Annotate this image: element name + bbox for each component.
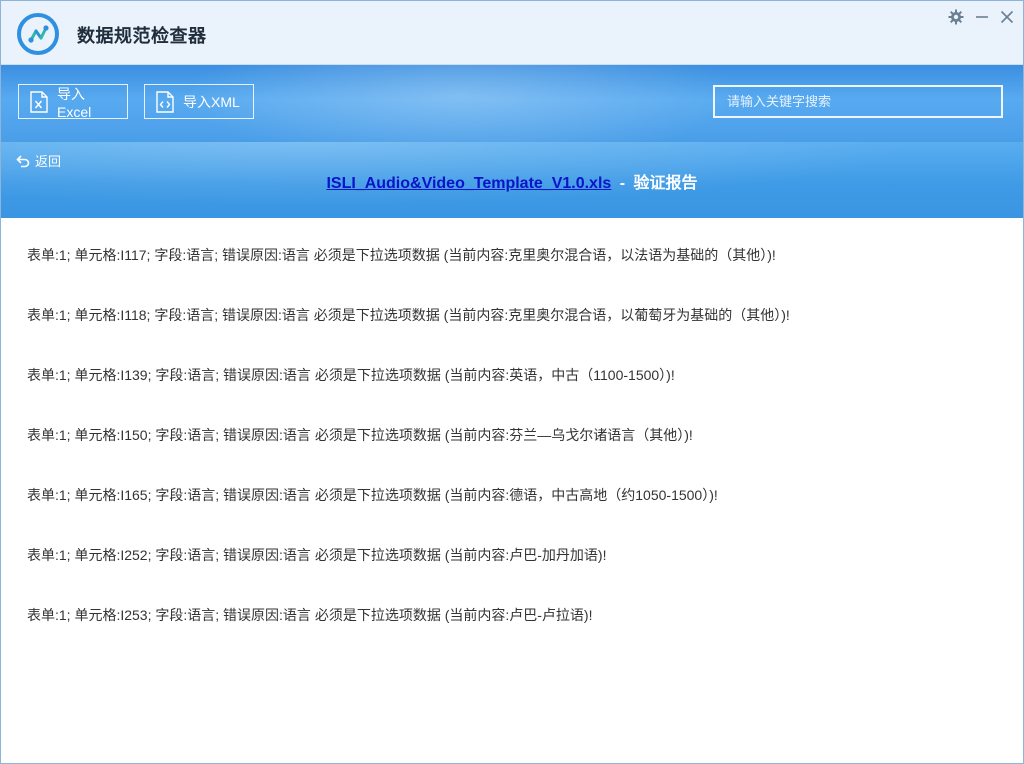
xml-file-icon xyxy=(155,90,175,113)
toolbar: 导入Excel 导入XML xyxy=(1,65,1023,142)
back-label: 返回 xyxy=(35,154,62,169)
error-row: 表单:1; 单元格:I117; 字段:语言; 错误原因:语言 必须是下拉选项数据… xyxy=(27,247,776,263)
app-logo-icon xyxy=(17,13,59,55)
report-file-link[interactable]: ISLI_Audio&Video_Template_V1.0.xls xyxy=(326,175,611,192)
report-title: ISLI_Audio&Video_Template_V1.0.xls - 验证报… xyxy=(1,169,1023,193)
title-bar: 数据规范检查器 xyxy=(1,1,1023,65)
report-title-suffix: 验证报告 xyxy=(633,175,698,192)
error-row: 表单:1; 单元格:I150; 字段:语言; 错误原因:语言 必须是下拉选项数据… xyxy=(27,427,693,443)
report-title-separator: - xyxy=(619,175,626,192)
error-row: 表单:1; 单元格:I253; 字段:语言; 错误原因:语言 必须是下拉选项数据… xyxy=(27,607,593,623)
import-xml-button[interactable]: 导入XML xyxy=(144,84,254,119)
close-icon[interactable] xyxy=(997,7,1017,27)
import-xml-label: 导入XML xyxy=(183,93,240,110)
back-arrow-icon xyxy=(16,154,30,168)
search-input[interactable] xyxy=(713,85,1003,118)
error-row: 表单:1; 单元格:I252; 字段:语言; 错误原因:语言 必须是下拉选项数据… xyxy=(27,547,607,563)
back-button[interactable]: 返回 xyxy=(16,151,61,170)
import-excel-button[interactable]: 导入Excel xyxy=(18,84,128,120)
app-title: 数据规范检查器 xyxy=(77,26,207,46)
error-row: 表单:1; 单元格:I165; 字段:语言; 错误原因:语言 必须是下拉选项数据… xyxy=(27,487,718,503)
settings-icon[interactable] xyxy=(946,7,966,27)
toolbar-glow xyxy=(181,65,741,142)
report-header: 返回 ISLI_Audio&Video_Template_V1.0.xls - … xyxy=(1,142,1023,218)
excel-file-icon xyxy=(29,90,49,113)
error-list: 表单:1; 单元格:I117; 字段:语言; 错误原因:语言 必须是下拉选项数据… xyxy=(1,218,1023,763)
error-row: 表单:1; 单元格:I118; 字段:语言; 错误原因:语言 必须是下拉选项数据… xyxy=(27,307,790,323)
app-window: 数据规范检查器 导入Excel 导入XML 请输入关键字搜索 返回 ISLI_A… xyxy=(0,0,1024,764)
import-excel-label: 导入Excel xyxy=(57,85,92,120)
minimize-icon[interactable] xyxy=(972,7,992,27)
error-row: 表单:1; 单元格:I139; 字段:语言; 错误原因:语言 必须是下拉选项数据… xyxy=(27,367,675,383)
